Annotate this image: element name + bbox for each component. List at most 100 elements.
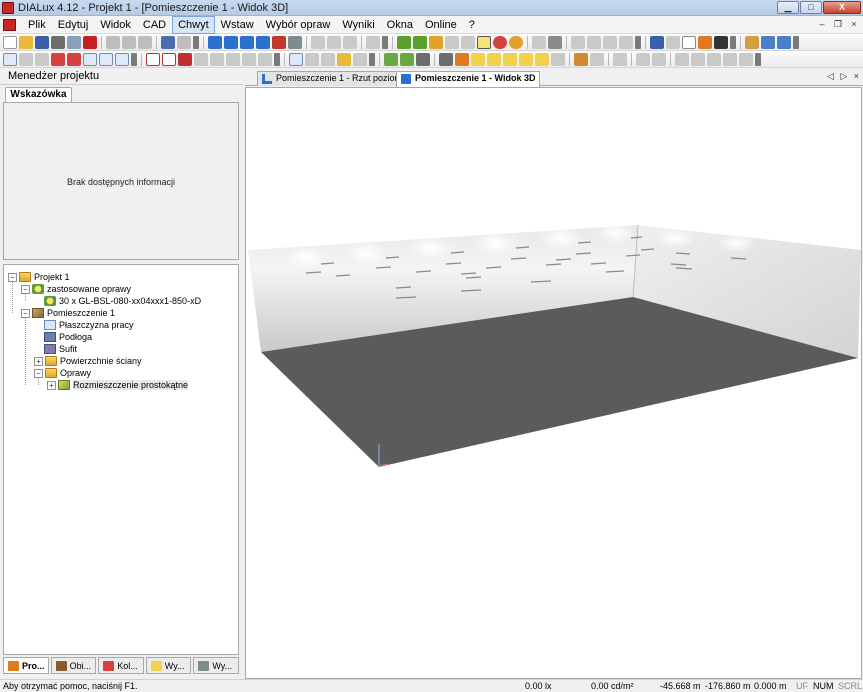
tool-ad-icon[interactable] (384, 52, 398, 66)
arrange-field-icon[interactable] (503, 52, 517, 66)
menu-plik[interactable]: Plik (22, 16, 52, 34)
tool-n-icon[interactable] (745, 35, 759, 49)
rotate-icon[interactable] (321, 52, 335, 66)
arrange-circle-icon[interactable] (519, 52, 533, 66)
tool-r-icon[interactable] (67, 52, 81, 66)
luminaire-insert-icon[interactable] (413, 35, 427, 49)
undo-icon[interactable] (161, 35, 175, 49)
print-icon[interactable] (51, 35, 65, 49)
tree-item-luminaires[interactable]: − Oprawy (34, 367, 91, 379)
copy-icon[interactable] (122, 35, 136, 49)
menu-okna[interactable]: Okna (381, 16, 419, 34)
tool-s-icon[interactable] (83, 52, 97, 66)
tool-ai-icon[interactable] (551, 52, 565, 66)
tool-h-icon[interactable] (548, 35, 562, 49)
menu-wstaw[interactable]: Wstaw (215, 16, 260, 34)
tool-y-icon[interactable] (194, 52, 208, 66)
mdi-restore-button[interactable]: ❐ (831, 18, 845, 31)
tool-f-icon[interactable] (461, 35, 475, 49)
light-scene-icon[interactable] (429, 35, 443, 49)
zoom-icon[interactable] (305, 52, 319, 66)
window-split-icon[interactable] (777, 35, 791, 49)
tool-t-icon[interactable] (99, 52, 113, 66)
tool-o-icon[interactable] (19, 52, 33, 66)
toolbar-overflow-icon[interactable] (382, 35, 388, 49)
tree-item-room[interactable]: − Pomieszczenie 1 (21, 307, 115, 319)
tool-e-icon[interactable] (445, 35, 459, 49)
tool-w-icon[interactable] (162, 52, 176, 66)
document-tab-navigation[interactable]: ◁ ▷ × (827, 71, 861, 82)
tool-ao-icon[interactable] (739, 52, 753, 66)
tool-k-icon[interactable] (603, 35, 617, 49)
toolbar-overflow-icon[interactable] (193, 35, 199, 49)
redo-icon[interactable] (177, 35, 191, 49)
menu-edytuj[interactable]: Edytuj (52, 16, 95, 34)
toolbar-overflow-icon[interactable] (730, 35, 736, 49)
tool-ae-icon[interactable] (400, 52, 414, 66)
toolbar-overflow-icon[interactable] (369, 52, 375, 66)
menu-online[interactable]: Online (419, 16, 463, 34)
paste-icon[interactable] (138, 35, 152, 49)
tool-p-icon[interactable] (35, 52, 49, 66)
menu-cad[interactable]: CAD (137, 16, 172, 34)
tree-item-project[interactable]: − Projekt 1 (8, 271, 70, 283)
cut-icon[interactable] (106, 35, 120, 49)
menu-chwyt[interactable]: Chwyt (172, 15, 215, 34)
mdi-minimize-button[interactable]: – (815, 18, 829, 31)
table-icon[interactable] (650, 35, 664, 49)
tab-rzut-poziomy[interactable]: Pomieszczenie 1 - Rzut poziomy (257, 71, 412, 86)
pdf-icon[interactable] (83, 35, 97, 49)
expand-icon[interactable]: + (47, 380, 56, 390)
tool-b-icon[interactable] (327, 35, 341, 49)
toolbar-overflow-icon[interactable] (793, 35, 799, 49)
expand-icon[interactable]: + (34, 356, 43, 366)
open-folder-icon[interactable] (19, 35, 33, 49)
tool-v-icon[interactable] (146, 52, 160, 66)
circle-tool-icon[interactable] (723, 52, 737, 66)
minimize-button[interactable]: ▁ (777, 1, 799, 14)
view-wire-icon[interactable] (288, 35, 302, 49)
tool-ah-icon[interactable] (455, 52, 469, 66)
maximize-button[interactable]: □ (800, 1, 822, 14)
tool-a-icon[interactable] (311, 35, 325, 49)
tool-af-icon[interactable] (416, 52, 430, 66)
tab-wskazowka[interactable]: Wskazówka (5, 87, 72, 102)
view-render-icon[interactable] (272, 35, 286, 49)
menu-wybor-opraw[interactable]: Wybór opraw (260, 16, 337, 34)
toolbar-overflow-icon[interactable] (274, 52, 280, 66)
window-layout-icon[interactable] (761, 35, 775, 49)
tool-aa-icon[interactable] (226, 52, 240, 66)
new-file-icon[interactable] (3, 35, 17, 49)
pan-hand-icon[interactable] (337, 52, 351, 66)
tree-item-luminaire[interactable]: 30 x GL-BSL-080-xx04xxx1-850-xD (44, 295, 201, 307)
collapse-icon[interactable]: − (21, 308, 30, 318)
collapse-icon[interactable]: − (8, 272, 17, 282)
menu-wyniki[interactable]: Wyniki (336, 16, 380, 34)
mdi-close-button[interactable]: × (847, 18, 861, 31)
view-side-icon[interactable] (240, 35, 254, 49)
tree-item-arrangement[interactable]: + Rozmieszczenie prostokątne (47, 379, 189, 391)
tool-aj-icon[interactable] (574, 52, 588, 66)
view-floor-plan-icon[interactable] (224, 35, 238, 49)
tool-ab-icon[interactable] (242, 52, 256, 66)
collapse-icon[interactable]: − (21, 284, 30, 294)
calc-start-icon[interactable] (509, 35, 523, 49)
tool-ag-icon[interactable] (439, 52, 453, 66)
menu-widok[interactable]: Widok (94, 16, 137, 34)
toolbar-overflow-icon[interactable] (635, 35, 641, 49)
curve-tool-icon[interactable] (707, 52, 721, 66)
tool-l-icon[interactable] (619, 35, 633, 49)
tab-wyniki[interactable]: Wy... (193, 657, 239, 674)
tab-widok-3d[interactable]: Pomieszczenie 1 - Widok 3D (396, 71, 541, 87)
close-button[interactable]: X (823, 1, 861, 14)
tool-al-icon[interactable] (613, 52, 627, 66)
tool-an-icon[interactable] (652, 52, 666, 66)
tool-c-icon[interactable] (343, 35, 357, 49)
tab-wybor-opraw[interactable]: Wy... (145, 657, 192, 674)
tool-z-icon[interactable] (210, 52, 224, 66)
calc-target-icon[interactable] (493, 35, 507, 49)
arrange-line-icon[interactable] (487, 52, 501, 66)
tool-am-icon[interactable] (636, 52, 650, 66)
tab-projekt[interactable]: Pro... (3, 657, 49, 674)
tool-x-icon[interactable] (178, 52, 192, 66)
